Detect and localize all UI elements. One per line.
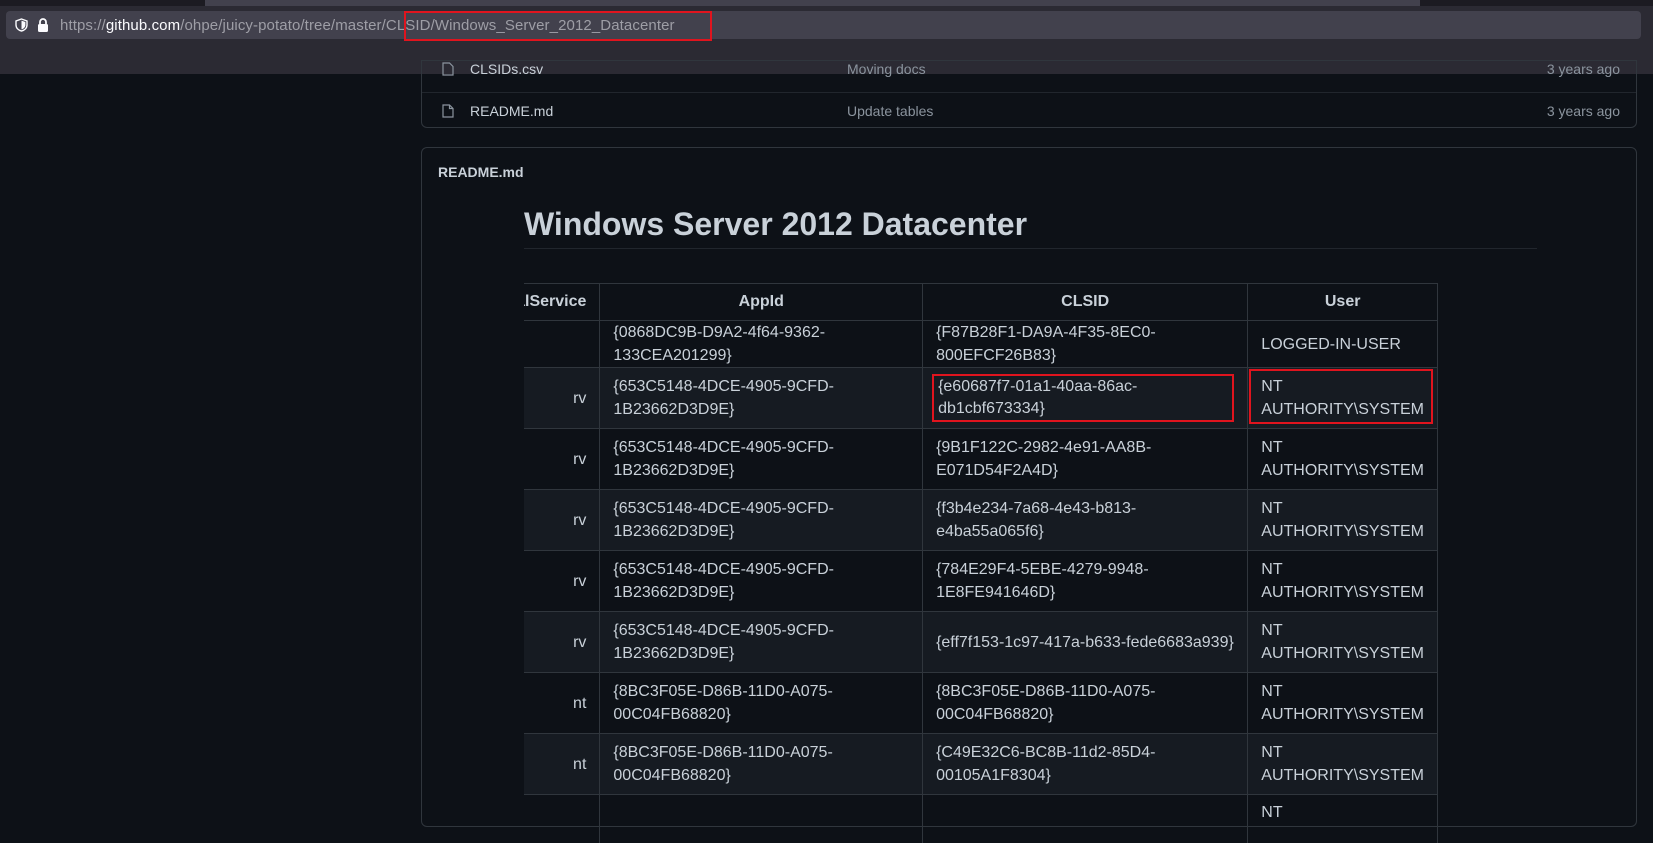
service-cell: rv	[524, 368, 600, 429]
appid-cell: {653C5148-4DCE-4905-9CFD-1B23662D3D9E}	[600, 429, 923, 490]
clsid-cell: {9B1F122C-2982-4e91-AA8B-E071D54F2A4D}	[923, 429, 1248, 490]
table-row: rv {653C5148-4DCE-4905-9CFD-1B23662D3D9E…	[524, 490, 1438, 551]
file-name-link[interactable]: CLSIDs.csv	[470, 61, 543, 77]
appid-cell: {653C5148-4DCE-4905-9CFD-1B23662D3D9E}	[600, 490, 923, 551]
table-row: rv {653C5148-4DCE-4905-9CFD-1B23662D3D9E…	[524, 612, 1438, 673]
service-cell: nt	[524, 673, 600, 734]
user-text: LOGGED-IN-USER	[1261, 336, 1401, 353]
clsid-table: LocalService AppId CLSID User {0868DC9B-…	[524, 283, 1438, 843]
user-highlight-box	[1249, 369, 1433, 424]
commit-message-link[interactable]: Update tables	[847, 103, 933, 119]
appid-cell: {653C5148-4DCE-4905-9CFD-1B23662D3D9E}	[600, 612, 923, 673]
appid-line: 1B23662D3D9E}	[613, 520, 909, 543]
clsid-cell: {8BC3F05E-D86B-11D0-A075-00C04FB68820}	[923, 673, 1248, 734]
appid-cell: {0868DC9B-D9A2-4f64-9362-133CEA201299}	[600, 321, 923, 368]
clsid-table-scroll[interactable]: LocalService AppId CLSID User {0868DC9B-…	[524, 283, 1538, 843]
service-cell: rv	[524, 551, 600, 612]
service-cell: rv	[524, 612, 600, 673]
column-header: User	[1248, 284, 1438, 321]
clsid-cell: {f3b4e234-7a68-4e43-b813-e4ba55a065f6}	[923, 490, 1248, 551]
user-line: NT	[1261, 558, 1424, 581]
user-line: AUTHORITY\SYSTEM	[1261, 764, 1424, 787]
service-cell: nt	[524, 734, 600, 795]
file-list: CLSIDs.csv Moving docs 3 years ago READM…	[421, 60, 1637, 128]
column-header: LocalService	[524, 284, 600, 321]
appid-line: 1B23662D3D9E}	[613, 459, 909, 482]
user-line: AUTHORITY\SYSTEM	[1261, 459, 1424, 482]
user-line: NT	[1261, 801, 1424, 824]
address-bar[interactable]: https://github.com/ohpe/juicy-potato/tre…	[6, 11, 1641, 39]
user-line: NT	[1261, 497, 1424, 520]
appid-line: {653C5148-4DCE-4905-9CFD-	[613, 619, 909, 642]
file-row[interactable]: README.md Update tables 3 years ago	[422, 92, 1636, 128]
user-line: AUTHORITY\SYSTEM	[1261, 520, 1424, 543]
file-name-link[interactable]: README.md	[470, 103, 553, 119]
clsid-cell: {e60687f7-01a1-40aa-86ac-db1cbf673334}	[923, 368, 1248, 429]
appid-cell: {653C5148-4DCE-4905-9CFD-1B23662D3D9E}	[600, 551, 923, 612]
appid-line: {653C5148-4DCE-4905-9CFD-	[613, 497, 909, 520]
url-prefix: https://	[60, 17, 106, 34]
file-row[interactable]: CLSIDs.csv Moving docs 3 years ago	[422, 60, 1636, 87]
table-header-row: LocalService AppId CLSID User	[524, 284, 1438, 321]
commit-message-link[interactable]: Moving docs	[847, 61, 926, 77]
url-highlight-box	[404, 11, 712, 41]
service-cell	[524, 321, 600, 368]
user-line: NT	[1261, 436, 1424, 459]
clsid-cell: {C49E32C6-BC8B-11d2-85D4-00105A1F8304}	[923, 734, 1248, 795]
service-cell: rv	[524, 429, 600, 490]
commit-age: 3 years ago	[1547, 61, 1620, 77]
appid-line: 1B23662D3D9E}	[613, 642, 909, 665]
appid-line: 1B23662D3D9E}	[613, 398, 909, 421]
user-cell: NTAUTHORITY\SYSTEM	[1248, 612, 1438, 673]
appid-line: {653C5148-4DCE-4905-9CFD-	[613, 558, 909, 581]
user-cell: NTAUTHORITY\SYSTEM	[1248, 490, 1438, 551]
table-row: rv {653C5148-4DCE-4905-9CFD-1B23662D3D9E…	[524, 551, 1438, 612]
clsid-cell: {784E29F4-5EBE-4279-9948-1E8FE941646D}	[923, 551, 1248, 612]
user-line: NT	[1261, 680, 1424, 703]
user-cell: NTAUTHORITY\SYSTEM	[1248, 734, 1438, 795]
user-line: AUTHORITY\SYSTEM	[1261, 642, 1424, 665]
column-header: CLSID	[923, 284, 1248, 321]
user-cell: NTAUTHORITY\SYSTEM	[1248, 551, 1438, 612]
user-line: AUTHORITY\SYSTEM	[1261, 703, 1424, 726]
appid-cell: {8BC3F05E-D86B-11D0-A075-00C04FB68820}	[600, 673, 923, 734]
appid-line: {653C5148-4DCE-4905-9CFD-	[613, 436, 909, 459]
url-host: github.com	[106, 17, 180, 34]
readme-title-text: Windows Server 2012 Datacenter	[524, 206, 1027, 243]
file-icon	[442, 104, 454, 118]
appid-line: 1B23662D3D9E}	[613, 581, 909, 604]
highlighted-clsid: {e60687f7-01a1-40aa-86ac-db1cbf673334}	[932, 374, 1234, 422]
column-header: AppId	[600, 284, 923, 321]
user-line: NT	[1261, 619, 1424, 642]
table-row: nt {8BC3F05E-D86B-11D0-A075-00C04FB68820…	[524, 734, 1438, 795]
readme-title: Windows Server 2012 Datacenter	[524, 198, 1537, 249]
table-row: rv {653C5148-4DCE-4905-9CFD-1B23662D3D9E…	[524, 368, 1438, 429]
readme-header[interactable]: README.md	[438, 164, 524, 180]
clsid-cell: {F87B28F1-DA9A-4F35-8EC0-800EFCF26B83}	[923, 321, 1248, 368]
appid-line: {653C5148-4DCE-4905-9CFD-	[613, 375, 909, 398]
user-cell: NTAUTHORITY\SYSTEM	[1248, 429, 1438, 490]
table-row: rv {653C5148-4DCE-4905-9CFD-1B23662D3D9E…	[524, 429, 1438, 490]
user-cell: NTAUTHORITY\SYSTEM	[1248, 673, 1438, 734]
service-cell: rv	[524, 490, 600, 551]
user-cell: LOGGED-IN-USER	[1248, 321, 1438, 368]
shield-icon[interactable]	[14, 18, 28, 32]
file-icon	[442, 62, 454, 76]
appid-cell: {653C5148-4DCE-4905-9CFD-1B23662D3D9E}	[600, 368, 923, 429]
readme-panel: README.md Windows Server 2012 Datacenter…	[421, 147, 1637, 827]
table-row: nt {8BC3F05E-D86B-11D0-A075-00C04FB68820…	[524, 673, 1438, 734]
lock-icon[interactable]	[36, 18, 50, 32]
clsid-cell: {eff7f153-1c97-417a-b633-fede6683a939}	[923, 612, 1248, 673]
user-line: AUTHORITY\SYSTEM	[1261, 581, 1424, 604]
commit-age: 3 years ago	[1547, 103, 1620, 119]
appid-cell: {8BC3F05E-D86B-11D0-A075-00C04FB68820}	[600, 734, 923, 795]
table-row: {0868DC9B-D9A2-4f64-9362-133CEA201299} {…	[524, 321, 1438, 368]
user-cell: NTAUTHORITY\SYSTEM	[1248, 368, 1438, 429]
user-line: NT	[1261, 741, 1424, 764]
